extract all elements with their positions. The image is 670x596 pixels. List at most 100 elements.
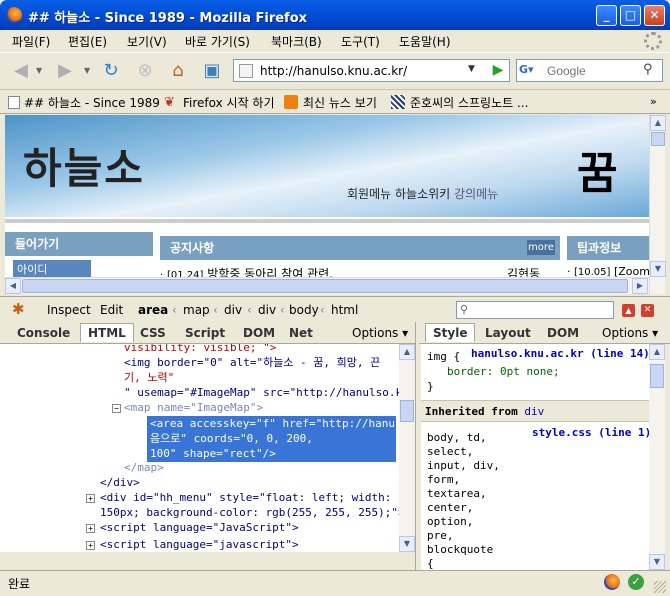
breadcrumb-body[interactable]: body (289, 303, 319, 317)
close-button[interactable]: ✕ (644, 5, 665, 26)
css-selector[interactable]: img { (427, 349, 460, 364)
inherited-from-link[interactable]: div (524, 405, 544, 418)
style-panel-scrollbar[interactable]: ▲ ▼ (649, 344, 665, 570)
breadcrumb-html[interactable]: html (331, 303, 358, 317)
options-menu-right[interactable]: Options ▾ (602, 326, 658, 340)
firebug-search-input[interactable]: ⚲ (456, 301, 614, 319)
css-selector[interactable]: input, div, (427, 458, 500, 473)
expand-toggle[interactable]: + (86, 494, 95, 503)
search-input[interactable] (547, 62, 639, 79)
selected-node[interactable]: <area accesskey="f" href="http://hanulso… (147, 416, 399, 462)
nav-member-menu[interactable]: 회원메뉴 (347, 187, 391, 201)
bookmark-springnote[interactable]: 준호씨의 스프링노트 ... (410, 94, 528, 111)
scroll-thumb[interactable] (400, 400, 414, 422)
url-dropdown-icon[interactable]: ▼ (468, 64, 475, 74)
html-line[interactable]: <map name="ImageMap"> (124, 400, 263, 415)
home-icon[interactable]: ⌂ (165, 58, 191, 84)
tab-html[interactable]: HTML (80, 323, 134, 342)
tab-net[interactable]: Net (282, 324, 320, 343)
panel-splitter[interactable] (415, 322, 419, 570)
firebug-bug-icon[interactable]: ✱ (12, 300, 25, 318)
inspect-button[interactable]: Inspect (47, 303, 91, 317)
css-selector[interactable]: textarea, (427, 486, 487, 501)
menu-tools[interactable]: 도구(T) (341, 33, 380, 50)
minimize-firebug-icon[interactable]: ▲ (622, 304, 635, 317)
url-bar[interactable]: http://hanulso.knu.ac.kr/ ▼ (233, 59, 510, 82)
options-menu-left[interactable]: Options ▾ (352, 326, 408, 340)
forward-arrow-icon[interactable]: ▶ (52, 58, 78, 84)
tab-layout[interactable]: Layout (478, 324, 538, 343)
scroll-down-arrow[interactable]: ▼ (399, 536, 415, 552)
scroll-right-arrow[interactable]: ▶ (632, 278, 648, 294)
expand-toggle[interactable]: + (86, 524, 95, 533)
search-box[interactable]: G▾ ⚲ (516, 59, 663, 82)
menu-view[interactable]: 보기(V) (127, 33, 167, 50)
go-button[interactable]: ▶ (488, 60, 508, 81)
resize-grip[interactable] (654, 581, 666, 593)
tab-script[interactable]: Script (178, 324, 232, 343)
html-line[interactable]: </map> (124, 460, 164, 475)
title-bar[interactable]: ## 하늘소 - Since 1989 - Mozilla Firefox _ … (0, 0, 670, 30)
css-selector[interactable]: blockquote (427, 542, 493, 557)
bookmark-firefox-start[interactable]: Firefox 시작 하기 (183, 94, 275, 111)
google-engine-icon[interactable]: G▾ (519, 63, 543, 79)
menu-file[interactable]: 파일(F) (12, 33, 50, 50)
hscroll-thumb[interactable] (22, 279, 628, 293)
menu-go[interactable]: 바로 가기(S) (185, 33, 250, 50)
scroll-thumb[interactable] (651, 132, 665, 146)
scroll-down-arrow[interactable]: ▼ (650, 261, 666, 277)
edit-button[interactable]: Edit (100, 303, 123, 317)
firefox-status-icon[interactable] (604, 574, 620, 590)
site-logo[interactable]: 하늘소 (23, 135, 145, 196)
bookmark-hanulso[interactable]: ## 하늘소 - Since 1989 (24, 94, 160, 111)
page-horizontal-scrollbar[interactable]: ◀ ▶ (5, 277, 649, 294)
html-line[interactable]: <script language="JavaScript"> (100, 520, 299, 535)
css-property[interactable]: border: 0pt none; (447, 364, 560, 379)
html-line[interactable]: 기, 노력" (124, 370, 174, 385)
tab-style[interactable]: Style (425, 323, 476, 342)
menu-help[interactable]: 도움말(H) (399, 33, 451, 50)
scroll-down-arrow[interactable]: ▼ (649, 554, 665, 570)
tab-console[interactable]: Console (10, 324, 77, 343)
html-line[interactable]: visibility: visible; "> (124, 344, 276, 355)
breadcrumb-div[interactable]: div (224, 303, 242, 317)
tab-dom-side[interactable]: DOM (540, 324, 586, 343)
reload-icon[interactable]: ↻ (98, 58, 124, 84)
notice-more-button[interactable]: more (527, 240, 555, 255)
css-source-link[interactable]: hanulso.knu.ac.kr (line 14) (471, 347, 649, 360)
nav-lecture-menu[interactable]: 강의메뉴 (454, 187, 498, 201)
html-line[interactable]: <img border="0" alt="하늘소 - 꿈, 희망, 끈 (124, 355, 380, 370)
breadcrumb-div[interactable]: div (258, 303, 276, 317)
html-line[interactable]: 150px; background-color: rgb(255, 255, 2… (100, 505, 399, 520)
tab-dom[interactable]: DOM (236, 324, 282, 343)
back-arrow-icon[interactable]: ◀ (8, 58, 34, 84)
scroll-up-arrow[interactable]: ▲ (650, 115, 666, 131)
html-line[interactable]: <script language="javascript"> (100, 537, 299, 552)
firebug-status-icon[interactable]: ✓ (628, 574, 644, 590)
bookmark-latest-news[interactable]: 최신 뉴스 보기 (303, 94, 377, 111)
html-line[interactable]: <div id="hh_menu" style="float: left; wi… (100, 490, 391, 505)
close-firebug-icon[interactable]: ✕ (641, 304, 654, 317)
css-source-link[interactable]: style.css (line 1) (532, 426, 649, 439)
page-icon[interactable]: ▣ (199, 58, 225, 84)
css-selector[interactable]: option, (427, 514, 473, 529)
back-history-dropdown[interactable]: ▼ (36, 66, 42, 75)
css-selector[interactable]: center, (427, 500, 473, 515)
scroll-thumb[interactable] (650, 364, 664, 388)
breadcrumb-area[interactable]: area (138, 303, 168, 317)
nav-wiki[interactable]: 하늘소위키 (395, 187, 450, 201)
html-line[interactable]: </div> (100, 475, 140, 490)
css-selector[interactable]: body, td, (427, 430, 487, 445)
scroll-left-arrow[interactable]: ◀ (5, 278, 21, 294)
collapse-toggle[interactable]: − (112, 404, 121, 413)
html-panel-scrollbar[interactable]: ▲ ▼ (399, 344, 415, 552)
page-vertical-scrollbar[interactable]: ▲ ▼ (649, 115, 666, 294)
menu-edit[interactable]: 편집(E) (68, 33, 107, 50)
breadcrumb-map[interactable]: map (183, 303, 210, 317)
tab-css[interactable]: CSS (133, 324, 173, 343)
css-selector[interactable]: form, (427, 472, 460, 487)
forward-history-dropdown[interactable]: ▼ (84, 66, 90, 75)
css-selector[interactable]: pre, (427, 528, 454, 543)
stop-icon[interactable]: ⊗ (132, 58, 158, 84)
menu-bookmarks[interactable]: 북마크(B) (271, 33, 322, 50)
